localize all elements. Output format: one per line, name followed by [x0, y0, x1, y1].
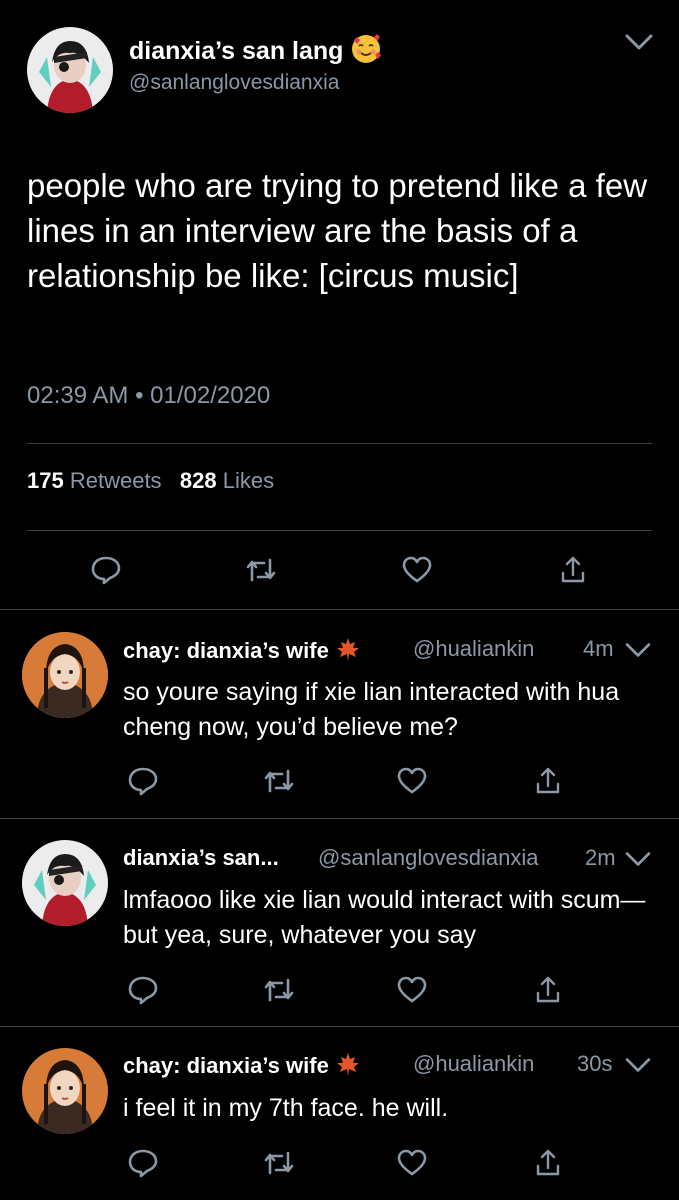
handle[interactable]: @sanlanglovesdianxia	[129, 71, 339, 95]
reply-text: lmfaooo like xie lian would interact wit…	[123, 886, 646, 949]
reply-display-name[interactable]: chay: dianxia’s wife	[123, 636, 361, 668]
smiling-face-with-hearts-icon	[350, 33, 382, 72]
share-icon[interactable]	[531, 1146, 565, 1180]
display-name[interactable]: dianxia’s san lang	[129, 33, 382, 72]
like-icon[interactable]	[395, 973, 429, 1007]
reply-text: i feel it in my 7th face. he will.	[123, 1094, 449, 1122]
likes-count: 828	[179, 468, 217, 493]
reply-handle[interactable]: @hualiankin	[413, 636, 534, 662]
reply-icon[interactable]	[126, 973, 160, 1007]
divider	[0, 609, 679, 610]
likes-stat[interactable]: 828 Likes	[180, 468, 274, 493]
retweet-icon[interactable]	[262, 1146, 296, 1180]
reply-display-name-text: chay: dianxia’s wife	[123, 637, 329, 663]
retweets-stat[interactable]: 175 Retweets	[27, 468, 162, 493]
tweet-stats: 175 Retweets 828 Likes	[27, 468, 274, 494]
retweet-icon[interactable]	[262, 764, 296, 798]
tweet-time: 02:39 AM	[27, 382, 129, 409]
chevron-down-icon[interactable]	[624, 31, 654, 53]
like-icon[interactable]	[395, 1146, 429, 1180]
display-name-text: dianxia’s san lang	[129, 37, 344, 66]
maple-leaf-icon	[335, 1051, 361, 1083]
chevron-down-icon[interactable]	[624, 640, 654, 662]
avatar[interactable]	[22, 1048, 108, 1134]
retweet-icon[interactable]	[262, 973, 296, 1007]
share-icon[interactable]	[531, 973, 565, 1007]
reply-time: 2m	[585, 845, 616, 870]
tweet-date: 01/02/2020	[150, 382, 271, 409]
reply-handle[interactable]: @sanlanglovesdianxia	[318, 845, 538, 871]
avatar[interactable]	[22, 840, 108, 926]
divider	[27, 530, 652, 531]
meta-separator: •	[135, 382, 144, 409]
reply-icon[interactable]	[89, 553, 123, 587]
reply-handle[interactable]: @hualiankin	[413, 1051, 534, 1077]
chevron-down-icon[interactable]	[624, 1055, 654, 1077]
likes-label: Likes	[222, 468, 275, 493]
reply-display-name[interactable]: dianxia’s san...	[123, 845, 279, 871]
divider	[0, 1026, 679, 1027]
divider	[0, 818, 679, 819]
reply-icon[interactable]	[126, 764, 160, 798]
divider	[27, 443, 652, 444]
avatar[interactable]	[22, 632, 108, 718]
maple-leaf-icon	[335, 636, 361, 668]
reply-display-name[interactable]: chay: dianxia’s wife	[123, 1051, 361, 1083]
avatar[interactable]	[27, 27, 113, 113]
retweet-icon[interactable]	[244, 553, 278, 587]
share-icon[interactable]	[531, 764, 565, 798]
reply-text: so youre saying if xie lian interacted w…	[123, 678, 620, 741]
reply-display-name-text: chay: dianxia’s wife	[123, 1052, 329, 1078]
share-icon[interactable]	[556, 553, 590, 587]
reply-time: 30s	[577, 1051, 613, 1076]
like-icon[interactable]	[395, 764, 429, 798]
chevron-down-icon[interactable]	[624, 849, 654, 871]
retweets-count: 175	[27, 468, 64, 493]
reply-icon[interactable]	[126, 1146, 160, 1180]
retweets-label: Retweets	[69, 468, 162, 493]
like-icon[interactable]	[400, 553, 434, 587]
tweet-text: people who are trying to pretend like a …	[27, 167, 648, 294]
tweet-timestamp: 02:39 AM • 01/02/2020	[27, 382, 270, 410]
reply-time: 4m	[583, 636, 614, 661]
